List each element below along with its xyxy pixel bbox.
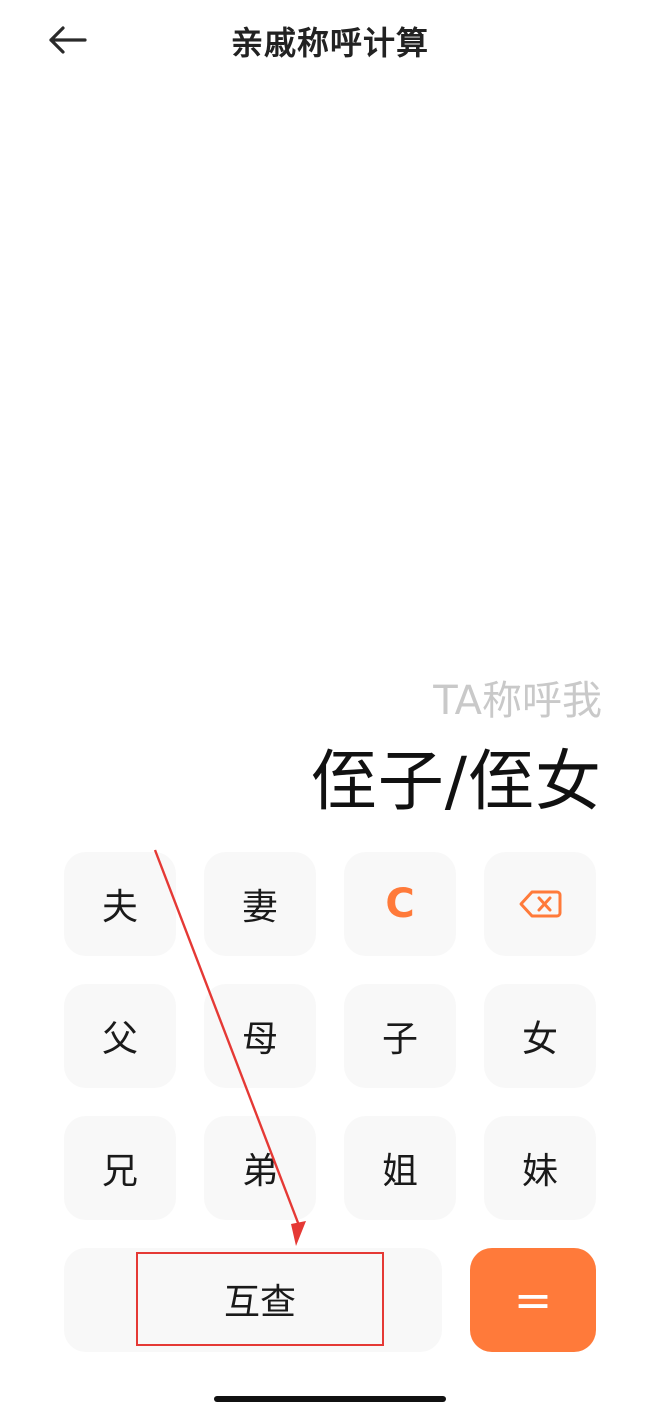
result-label: TA称呼我 [433, 678, 602, 724]
key-elder-sister[interactable]: 姐 [344, 1116, 456, 1220]
key-daughter[interactable]: 女 [484, 984, 596, 1088]
equals-button[interactable]: = [470, 1248, 596, 1352]
key-elder-brother[interactable]: 兄 [64, 1116, 176, 1220]
key-clear[interactable]: C [344, 852, 456, 956]
key-husband[interactable]: 夫 [64, 852, 176, 956]
backspace-icon [519, 890, 562, 918]
key-wife[interactable]: 妻 [204, 852, 316, 956]
page-title: 亲戚称呼计算 [230, 24, 429, 62]
key-mother[interactable]: 母 [204, 984, 316, 1088]
key-younger-sister[interactable]: 妹 [484, 1116, 596, 1220]
key-younger-brother[interactable]: 弟 [204, 1116, 316, 1220]
key-backspace[interactable] [484, 852, 596, 956]
app-header: 亲戚称呼计算 [0, 0, 660, 82]
key-father[interactable]: 父 [64, 984, 176, 1088]
home-indicator [214, 1396, 446, 1402]
mutual-check-button[interactable]: 互查 [136, 1252, 384, 1346]
result-value: 侄子/侄女 [310, 743, 602, 820]
key-son[interactable]: 子 [344, 984, 456, 1088]
